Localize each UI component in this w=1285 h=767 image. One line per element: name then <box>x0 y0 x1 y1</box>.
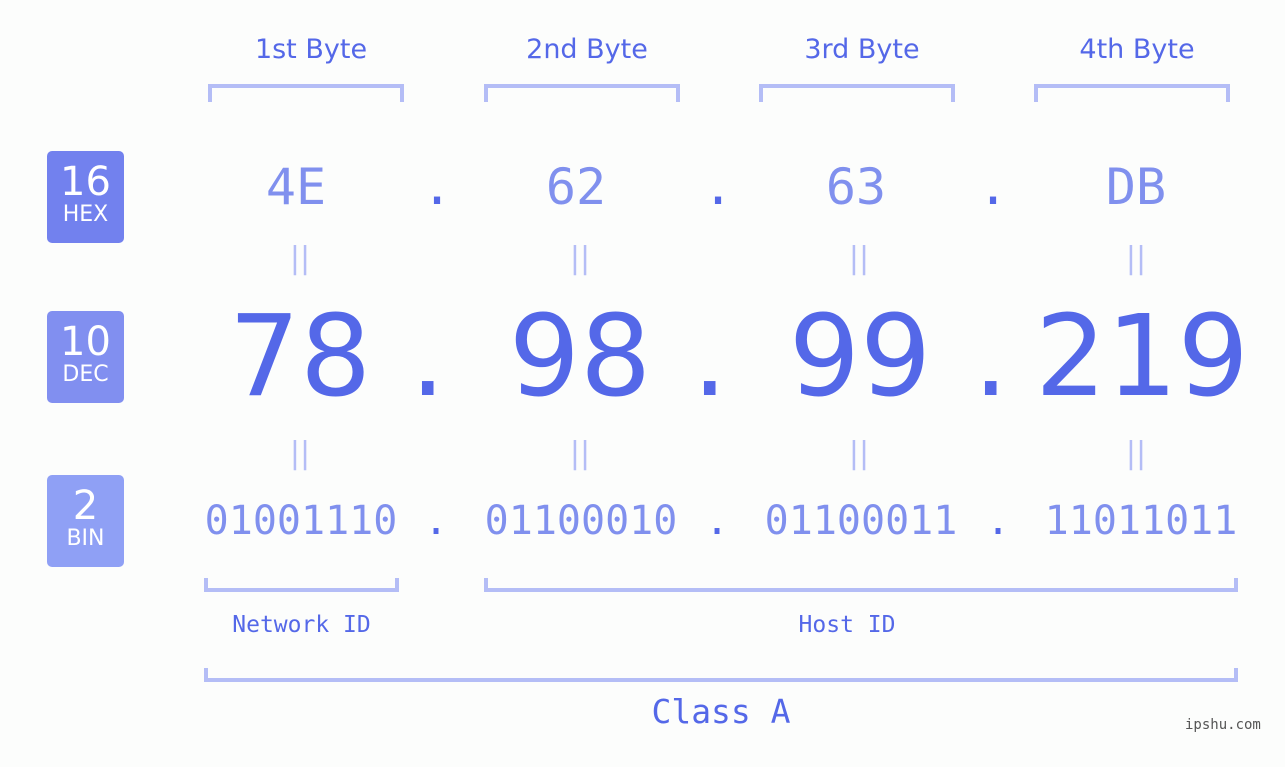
dec-byte-2: 98 <box>508 292 652 422</box>
byte-label-4: 4th Byte <box>1079 34 1195 65</box>
watermark: ipshu.com <box>1185 717 1261 733</box>
equals-sign: || <box>289 241 311 276</box>
hex-byte-3: 63 <box>825 158 887 216</box>
dec-badge-number: 10 <box>60 319 111 365</box>
equals-sign: || <box>848 436 870 471</box>
bin-byte-1: 01001110 <box>204 498 398 544</box>
equals-sign: || <box>569 241 591 276</box>
bin-dot-3: . <box>986 498 1011 544</box>
bin-dot-1: . <box>424 498 449 544</box>
hex-byte-4: DB <box>1105 158 1167 216</box>
hex-badge: 16 HEX <box>47 151 124 243</box>
equals-sign: || <box>289 436 311 471</box>
class-bracket <box>204 668 1238 682</box>
dec-badge-label: DEC <box>62 362 109 387</box>
bin-dot-2: . <box>705 498 730 544</box>
dec-badge: 10 DEC <box>47 311 124 403</box>
equals-sign: || <box>569 436 591 471</box>
host-id-bracket <box>484 578 1238 592</box>
dec-dot-1: . <box>410 292 446 422</box>
network-id-bracket <box>204 578 399 592</box>
hex-dot-3: . <box>978 158 1009 216</box>
bin-byte-4: 11011011 <box>1044 498 1238 544</box>
hex-badge-label: HEX <box>62 202 109 227</box>
dec-dot-2: . <box>692 292 728 422</box>
byte-label-1: 1st Byte <box>254 34 368 65</box>
byte-bracket-1 <box>208 84 404 102</box>
byte-bracket-2 <box>484 84 680 102</box>
bin-badge: 2 BIN <box>47 475 124 567</box>
byte-label-3: 3rd Byte <box>804 34 920 65</box>
equals-sign: || <box>1125 241 1147 276</box>
dec-byte-4: 219 <box>1035 292 1249 422</box>
dec-dot-3: . <box>973 292 1009 422</box>
bin-byte-3: 01100011 <box>764 498 958 544</box>
hex-byte-2: 62 <box>545 158 607 216</box>
class-label: Class A <box>651 692 791 731</box>
dec-byte-1: 78 <box>228 292 372 422</box>
dec-byte-3: 99 <box>788 292 932 422</box>
byte-label-2: 2nd Byte <box>526 34 648 65</box>
byte-bracket-4 <box>1034 84 1230 102</box>
hex-badge-number: 16 <box>60 159 111 205</box>
bin-byte-2: 01100010 <box>484 498 678 544</box>
host-id-label: Host ID <box>798 612 896 638</box>
bin-badge-number: 2 <box>72 483 99 529</box>
equals-sign: || <box>1125 436 1147 471</box>
byte-bracket-3 <box>759 84 955 102</box>
hex-byte-1: 4E <box>265 158 327 216</box>
equals-sign: || <box>848 241 870 276</box>
bin-badge-label: BIN <box>66 526 105 551</box>
hex-dot-1: . <box>422 158 453 216</box>
hex-dot-2: . <box>703 158 734 216</box>
network-id-label: Network ID <box>232 612 371 638</box>
